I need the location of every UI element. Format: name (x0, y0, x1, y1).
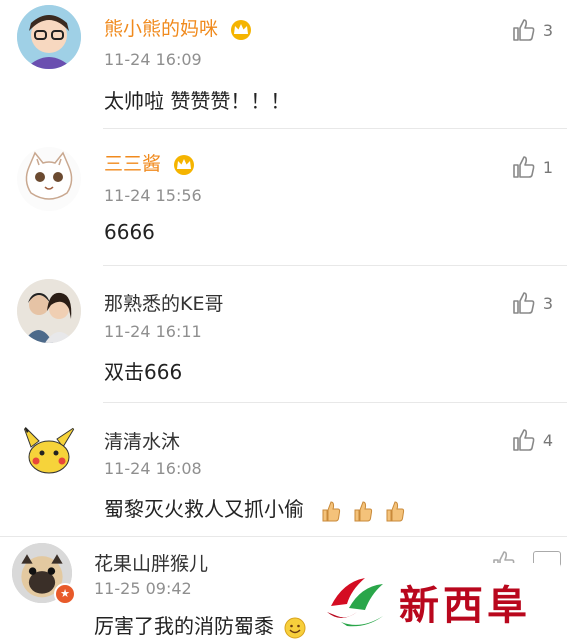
avatar[interactable] (17, 279, 81, 343)
like-count: 4 (542, 430, 553, 450)
like-button[interactable]: 3 (511, 17, 553, 43)
thumbs-up-icon (513, 156, 535, 178)
avatar-photo-image (17, 279, 81, 343)
comment-author[interactable]: 花果山胖猴儿 (94, 549, 208, 576)
comment-author[interactable]: 那熟悉的KE哥 (104, 289, 223, 316)
comment-text-body: 厉害了我的消防蜀黍 (94, 614, 274, 638)
author-name[interactable]: 熊小熊的妈咪 (104, 18, 218, 40)
crown-icon (231, 19, 252, 40)
avatar[interactable] (17, 5, 81, 69)
comment-text: 双击666 (104, 360, 183, 384)
comment-author[interactable]: 清清水沐 (104, 427, 180, 454)
comment-item: 那熟悉的KE哥 11-24 16:11 双击666 3 (0, 266, 567, 402)
avatar-pikachu-image (17, 417, 81, 481)
like-button[interactable]: 4 (511, 427, 553, 453)
avatar[interactable] (17, 417, 81, 481)
comment-item: 三三酱 11-24 15:56 6666 1 (0, 129, 567, 265)
thumbs-up-emoji (386, 500, 405, 521)
verified-badge-icon: ★ (54, 583, 76, 605)
comment-time: 11-25 09:42 (94, 579, 192, 598)
thumbs-up-icon (513, 19, 535, 41)
comment-item: 熊小熊的妈咪 11-24 16:09 太帅啦 赞赞赞！！！ 3 (0, 0, 567, 128)
like-count: 1 (542, 157, 553, 177)
comment-text: 蜀黎灭火救人又抓小偷 (104, 493, 406, 523)
logo-emblem-icon (327, 578, 383, 627)
thumbs-up-icon (513, 292, 535, 314)
like-count: 3 (542, 293, 553, 313)
comment-text: 6666 (104, 220, 155, 244)
comment-text: 厉害了我的消防蜀黍 (94, 610, 306, 639)
comment-time: 11-24 16:11 (104, 322, 202, 341)
comment-text-body: 蜀黎灭火救人又抓小偷 (104, 497, 304, 521)
thumbs-up-icon (513, 429, 535, 451)
crown-icon (174, 154, 195, 175)
like-button[interactable]: 3 (511, 290, 553, 316)
watermark-text: 新西阜 (399, 582, 531, 629)
comment-text: 太帅啦 赞赞赞！！！ (104, 89, 291, 113)
comment-time: 11-24 15:56 (104, 186, 202, 205)
comment-time: 11-24 16:09 (104, 50, 202, 69)
author-name[interactable]: 三三酱 (104, 153, 161, 175)
avatar-cartoon-image (17, 5, 81, 69)
comment-time: 11-24 16:08 (104, 459, 202, 478)
watermark-logo: 新西阜 (321, 563, 561, 641)
thumbs-up-emoji (354, 500, 373, 521)
thumbs-up-emoji (322, 500, 341, 521)
comment-item: 清清水沐 11-24 16:08 蜀黎灭火救人又抓小偷 4 (0, 403, 567, 536)
comment-author[interactable]: 三三酱 (104, 149, 197, 176)
avatar-cat-image (17, 147, 81, 211)
avatar[interactable] (17, 147, 81, 211)
smile-emoji (284, 617, 306, 638)
comment-author[interactable]: 熊小熊的妈咪 (104, 14, 254, 41)
like-count: 3 (542, 20, 553, 40)
like-button[interactable]: 1 (511, 154, 553, 180)
